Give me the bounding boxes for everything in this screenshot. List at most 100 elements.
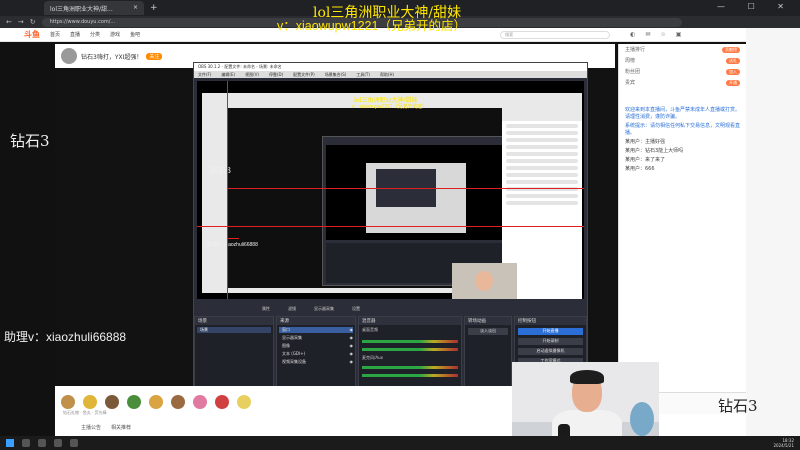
banner-subtitle: v：xiaowupw1221（兄弟开的店） — [277, 19, 466, 33]
clock-date: 2024/5/21 — [773, 443, 794, 448]
rank-label: 主播排行 — [625, 47, 646, 53]
window-controls[interactable]: — ☐ ✕ — [717, 2, 794, 11]
taskbar: 18:32 2024/5/21 — [0, 436, 800, 450]
taskbar-app-icon[interactable] — [38, 439, 46, 447]
announcement-tab[interactable]: 主播公告 — [81, 424, 101, 431]
obs-menu-view[interactable]: 视图(V) — [245, 72, 259, 78]
scenes-dock-title: 场景 — [195, 317, 273, 325]
gift-icon[interactable] — [237, 395, 251, 409]
rank-badge[interactable]: 开通 — [726, 79, 740, 86]
follow-icon[interactable]: ☆ — [660, 31, 665, 38]
gift-icon[interactable] — [215, 395, 229, 409]
obs-menu-tools[interactable]: 工具(T) — [356, 72, 370, 78]
eye-icon[interactable]: ◉ — [350, 327, 354, 333]
rank-badge[interactable]: 贡献榜 — [722, 46, 740, 53]
virtual-camera-button[interactable]: 启动虚拟摄像机 — [518, 348, 583, 355]
taskbar-app-icon[interactable] — [70, 439, 78, 447]
obs-titlebar: OBS 30.1.2 - 配置文件: 未命名 - 场景: 未命名 — [194, 63, 587, 71]
gift-icon[interactable] — [105, 395, 119, 409]
taskbar-app-icon[interactable] — [22, 439, 30, 447]
guide-line — [227, 188, 584, 189]
message-icon[interactable]: ✉ — [645, 31, 650, 38]
reload-icon[interactable]: ↻ — [30, 18, 36, 26]
rank-label: 贵宾 — [625, 80, 636, 86]
chat-message: 系统提示：请勿相信任何私下交易信息，文明观看直播。 — [625, 123, 741, 136]
gift-icon[interactable] — [171, 395, 185, 409]
scene-item[interactable]: 场景 — [197, 327, 271, 333]
nav-forum[interactable]: 鱼吧 — [130, 31, 140, 38]
browser-tab[interactable]: lol三角洲职业大神/甜... × — [44, 1, 144, 15]
start-recording-button[interactable]: 开始录制 — [518, 338, 583, 345]
plush-toy — [630, 402, 654, 436]
source-label: 显示器采集 — [282, 335, 302, 340]
properties-button[interactable]: 属性 — [262, 306, 270, 312]
rank-row[interactable]: 贵宾 开通 — [619, 77, 746, 88]
obs-menubar: 文件(F) 编辑(E) 视图(V) 停靠(D) 配置文件(P) 场景集合(S) … — [194, 71, 587, 78]
recommend-tab[interactable]: 相关推荐 — [111, 424, 131, 431]
obs-menu-scene-collection[interactable]: 场景集合(S) — [325, 72, 347, 78]
obs-menu-dock[interactable]: 停靠(D) — [269, 72, 283, 78]
nested-banner-subtitle: v：xiaowupw1221（兄弟开的店） — [352, 104, 428, 110]
sources-dock-title: 来源 — [277, 317, 355, 325]
start-streaming-button[interactable]: 开始直播 — [518, 328, 583, 335]
audio-meter — [362, 374, 458, 377]
taskbar-clock: 18:32 2024/5/21 — [773, 438, 794, 448]
gift-icon[interactable] — [127, 395, 141, 409]
nav-home[interactable]: 首页 — [50, 31, 60, 38]
tab-title: lol三角洲职业大神/甜... — [50, 6, 113, 13]
forward-icon[interactable]: → — [18, 18, 24, 26]
source-item[interactable]: 显示器采集 ◉ — [279, 335, 353, 341]
rank-row[interactable]: 粉丝团 加入 — [619, 66, 746, 77]
source-item[interactable]: 图像 ◉ — [279, 343, 353, 349]
transition-select[interactable]: 淡入淡出 — [468, 328, 508, 335]
gift-bar: 钻石礼物 · 鱼丸 · 荧光棒 — [55, 386, 515, 418]
rank-row[interactable]: 周榜 送礼 — [619, 55, 746, 66]
mixer-dock-title: 混音器 — [359, 317, 461, 325]
gift-icon[interactable] — [149, 395, 163, 409]
display-capture-select[interactable]: 显示器采集 — [314, 306, 334, 312]
obs-menu-help[interactable]: 帮助(H) — [380, 72, 394, 78]
source-item[interactable]: 视频采集设备 ◉ — [279, 359, 353, 365]
eye-icon[interactable]: ◉ — [350, 359, 354, 365]
obs-menu-file[interactable]: 文件(F) — [198, 72, 211, 78]
obs-menu-edit[interactable]: 编辑(E) — [221, 72, 235, 78]
history-icon[interactable]: ◐ — [630, 31, 635, 38]
nav-games[interactable]: 游戏 — [110, 31, 120, 38]
obs-preview[interactable]: lol三角洲职业大神/甜妹 v：xiaowupw1221（兄弟开的店） 钻石3 … — [197, 81, 584, 299]
mixer-channel-label: 麦克风/Aux — [362, 355, 383, 360]
settings-button[interactable]: 设置 — [352, 306, 360, 312]
tab-close-icon[interactable]: × — [133, 4, 138, 12]
controls-dock-title: 控制按钮 — [515, 317, 586, 325]
site-logo[interactable]: 斗鱼 — [24, 29, 40, 40]
rank-badge[interactable]: 送礼 — [726, 57, 740, 64]
new-tab-icon[interactable]: + — [150, 3, 158, 13]
back-icon[interactable]: ← — [6, 18, 12, 26]
eye-icon[interactable]: ◉ — [350, 351, 354, 357]
gift-icon[interactable] — [61, 395, 75, 409]
filters-button[interactable]: 滤镜 — [288, 306, 296, 312]
windows-start-icon[interactable] — [6, 439, 14, 447]
source-label: 视频采集设备 — [282, 359, 306, 364]
rank-row[interactable]: 主播排行 贡献榜 — [619, 44, 746, 55]
nav-live[interactable]: 直播 — [70, 31, 80, 38]
source-item[interactable]: 窗口 ◉ — [279, 327, 353, 333]
nested-webcam — [452, 263, 517, 299]
nav-category[interactable]: 分类 — [90, 31, 100, 38]
source-item[interactable]: 文本 (GDI+) ◉ — [279, 351, 353, 357]
audio-meter — [362, 340, 458, 343]
obs-menu-profile[interactable]: 配置文件(P) — [293, 72, 315, 78]
eye-icon[interactable]: ◉ — [350, 343, 354, 349]
obs-source-toolbar: 属性 滤镜 显示器采集 设置 — [194, 303, 587, 314]
taskbar-app-icon[interactable] — [54, 439, 62, 447]
nested-screen: lol三角洲职业大神/甜妹 v：xiaowupw1221（兄弟开的店） 钻石3 … — [202, 93, 582, 299]
chat-message: 某用户：主播好强 — [625, 139, 666, 145]
streamer-avatar[interactable] — [61, 48, 77, 64]
search-input[interactable]: 搜索 — [500, 30, 611, 39]
gift-icon[interactable] — [83, 395, 97, 409]
room-title: 钻石3嗨打，YXI超强！ — [81, 53, 143, 61]
avatar-icon[interactable]: ▣ — [676, 31, 682, 38]
eye-icon[interactable]: ◉ — [350, 335, 354, 341]
rank-badge[interactable]: 加入 — [726, 68, 740, 75]
gift-icon[interactable] — [193, 395, 207, 409]
follow-button[interactable]: 关注 — [146, 52, 163, 60]
